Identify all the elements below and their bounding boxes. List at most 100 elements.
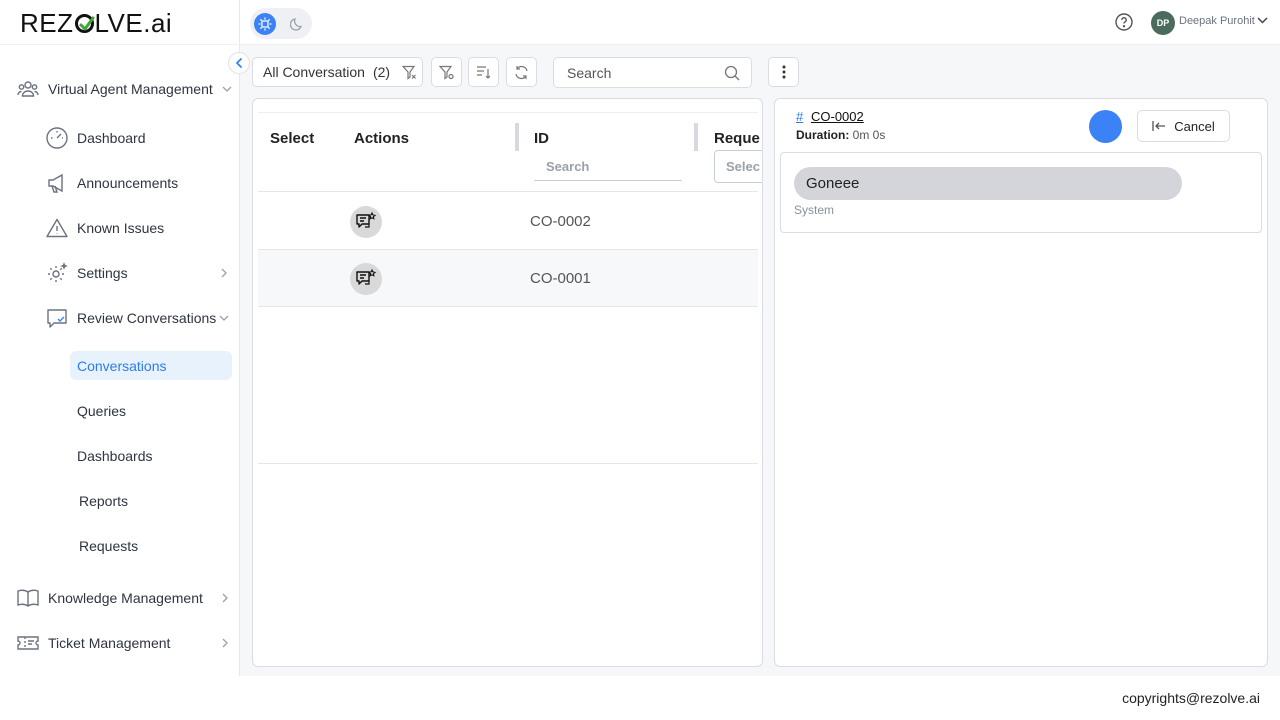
- avatar[interactable]: DP: [1151, 11, 1175, 35]
- sidebar: REZ LVE.ai Virtual Agent Management Dashb…: [0, 0, 240, 676]
- message-sender: System: [794, 203, 835, 217]
- message-card: Goneee System: [780, 152, 1262, 233]
- logo-check-icon: [74, 13, 94, 33]
- row-id: CO-0002: [530, 213, 591, 230]
- duration-value: 0m 0s: [852, 128, 886, 142]
- theme-toggle[interactable]: [250, 8, 312, 39]
- sidebar-subitem-label: Reports: [79, 493, 129, 509]
- nav-group-label: Ticket Management: [48, 635, 171, 651]
- filter-button[interactable]: [431, 57, 462, 87]
- grid-header: Select Actions ID Reque Selec: [258, 112, 762, 192]
- grid-footer-divider: [258, 463, 758, 464]
- nav-group-virtual-agent-management[interactable]: Virtual Agent Management: [16, 77, 238, 101]
- chevron-down-icon[interactable]: [1257, 17, 1268, 24]
- filter-remove-icon: [402, 65, 416, 80]
- filter-icon: [439, 65, 454, 80]
- main-content: All Conversation (2) Select Actions ID R…: [240, 45, 1280, 676]
- sidebar-subitem-queries[interactable]: Queries: [77, 401, 126, 421]
- gauge-icon: [45, 126, 69, 150]
- duration-label: Duration:: [796, 128, 850, 142]
- chevron-right-icon: [221, 268, 227, 278]
- column-resize-handle[interactable]: [515, 123, 519, 151]
- chevron-down-icon: [219, 315, 229, 321]
- sidebar-subitem-label: Conversations: [77, 357, 167, 374]
- conversation-detail-panel: # CO-0002 Duration: 0m 0s Cancel Goneee …: [774, 98, 1268, 667]
- sort-button[interactable]: [468, 57, 499, 87]
- dark-mode-button[interactable]: [286, 13, 308, 35]
- table-row[interactable]: CO-0002: [258, 193, 758, 250]
- cancel-button[interactable]: Cancel: [1137, 110, 1230, 142]
- chat-star-icon: [356, 268, 377, 285]
- book-icon: [16, 586, 40, 610]
- status-indicator[interactable]: [1089, 110, 1122, 143]
- ticket-icon: [16, 631, 40, 655]
- megaphone-icon: [45, 171, 69, 195]
- chevron-left-icon: [235, 58, 242, 68]
- chevron-down-icon: [222, 86, 232, 92]
- chevron-right-icon: [222, 638, 228, 648]
- sidebar-subitem-requests[interactable]: Requests: [79, 536, 138, 556]
- view-conversation-button[interactable]: [350, 263, 382, 295]
- sidebar-item-settings[interactable]: Settings: [45, 260, 235, 286]
- sidebar-item-label: Settings: [77, 265, 128, 281]
- sidebar-subitem-label: Requests: [79, 538, 139, 554]
- conversations-grid: Select Actions ID Reque Selec CO-0002 CO…: [252, 98, 763, 667]
- view-conversation-button[interactable]: [350, 206, 382, 238]
- logo-text-start: REZ: [20, 7, 74, 38]
- cancel-label: Cancel: [1174, 118, 1215, 134]
- users-group-icon: [16, 77, 40, 101]
- chat-check-icon: [45, 306, 69, 330]
- column-header-request[interactable]: Reque: [714, 130, 760, 147]
- view-selector[interactable]: All Conversation (2): [252, 57, 423, 87]
- user-name[interactable]: Deepak Purohit: [1179, 15, 1255, 27]
- search-box[interactable]: [553, 57, 752, 88]
- table-row[interactable]: CO-0001: [258, 250, 758, 307]
- light-mode-button[interactable]: [254, 12, 276, 35]
- view-label: All Conversation: [263, 64, 365, 80]
- sidebar-item-review-conversations[interactable]: Review Conversations: [45, 305, 235, 331]
- chevron-right-icon: [222, 593, 228, 603]
- collapse-sidebar-button[interactable]: [228, 52, 250, 74]
- sidebar-subitem-reports[interactable]: Reports: [79, 491, 128, 511]
- logo-divider: [0, 44, 240, 45]
- sidebar-item-label: Known Issues: [77, 220, 165, 236]
- id-filter-input[interactable]: [534, 153, 682, 181]
- nav-group-knowledge-management[interactable]: Knowledge Management: [16, 586, 238, 610]
- column-header-select[interactable]: Select: [270, 130, 314, 147]
- duration: Duration: 0m 0s: [796, 128, 885, 142]
- column-header-id[interactable]: ID: [534, 130, 549, 147]
- warning-icon: [45, 216, 69, 240]
- request-filter-select[interactable]: Selec: [714, 150, 762, 183]
- copyright-text: copyrights@rezolve.ai: [1122, 690, 1260, 706]
- sidebar-item-dashboard[interactable]: Dashboard: [45, 125, 235, 151]
- gear-icon: [45, 261, 69, 285]
- sidebar-item-label: Announcements: [77, 175, 179, 191]
- more-options-button[interactable]: [768, 57, 799, 87]
- refresh-icon: [515, 65, 528, 79]
- logo-text-end: LVE.ai: [94, 7, 173, 38]
- nav-group-ticket-management[interactable]: Ticket Management: [16, 631, 238, 655]
- sidebar-item-label: Review Conversations: [77, 310, 217, 326]
- chat-star-icon: [356, 211, 377, 228]
- conversation-id-link[interactable]: CO-0002: [811, 109, 864, 124]
- nav-group-label: Knowledge Management: [48, 590, 203, 606]
- hash-icon: #: [796, 109, 804, 124]
- search-input[interactable]: [554, 58, 714, 87]
- exit-arrow-icon: [1152, 121, 1166, 131]
- sidebar-item-known-issues[interactable]: Known Issues: [45, 215, 235, 241]
- more-vertical-icon: [782, 65, 785, 79]
- column-header-actions[interactable]: Actions: [354, 130, 409, 147]
- nav-group-label: Virtual Agent Management: [48, 81, 213, 97]
- refresh-button[interactable]: [506, 57, 537, 87]
- sidebar-subitem-label: Queries: [77, 403, 127, 419]
- help-icon[interactable]: [1115, 13, 1133, 31]
- column-resize-handle[interactable]: [694, 123, 698, 151]
- sort-icon: [477, 66, 491, 79]
- rezolve-logo[interactable]: REZ LVE.ai: [20, 7, 173, 38]
- sidebar-item-label: Dashboard: [77, 130, 146, 146]
- sidebar-item-announcements[interactable]: Announcements: [45, 170, 235, 196]
- sidebar-subitem-conversations[interactable]: Conversations: [70, 351, 232, 380]
- search-icon: [724, 65, 740, 81]
- sidebar-subitem-dashboards[interactable]: Dashboards: [77, 446, 153, 466]
- row-id: CO-0001: [530, 270, 591, 287]
